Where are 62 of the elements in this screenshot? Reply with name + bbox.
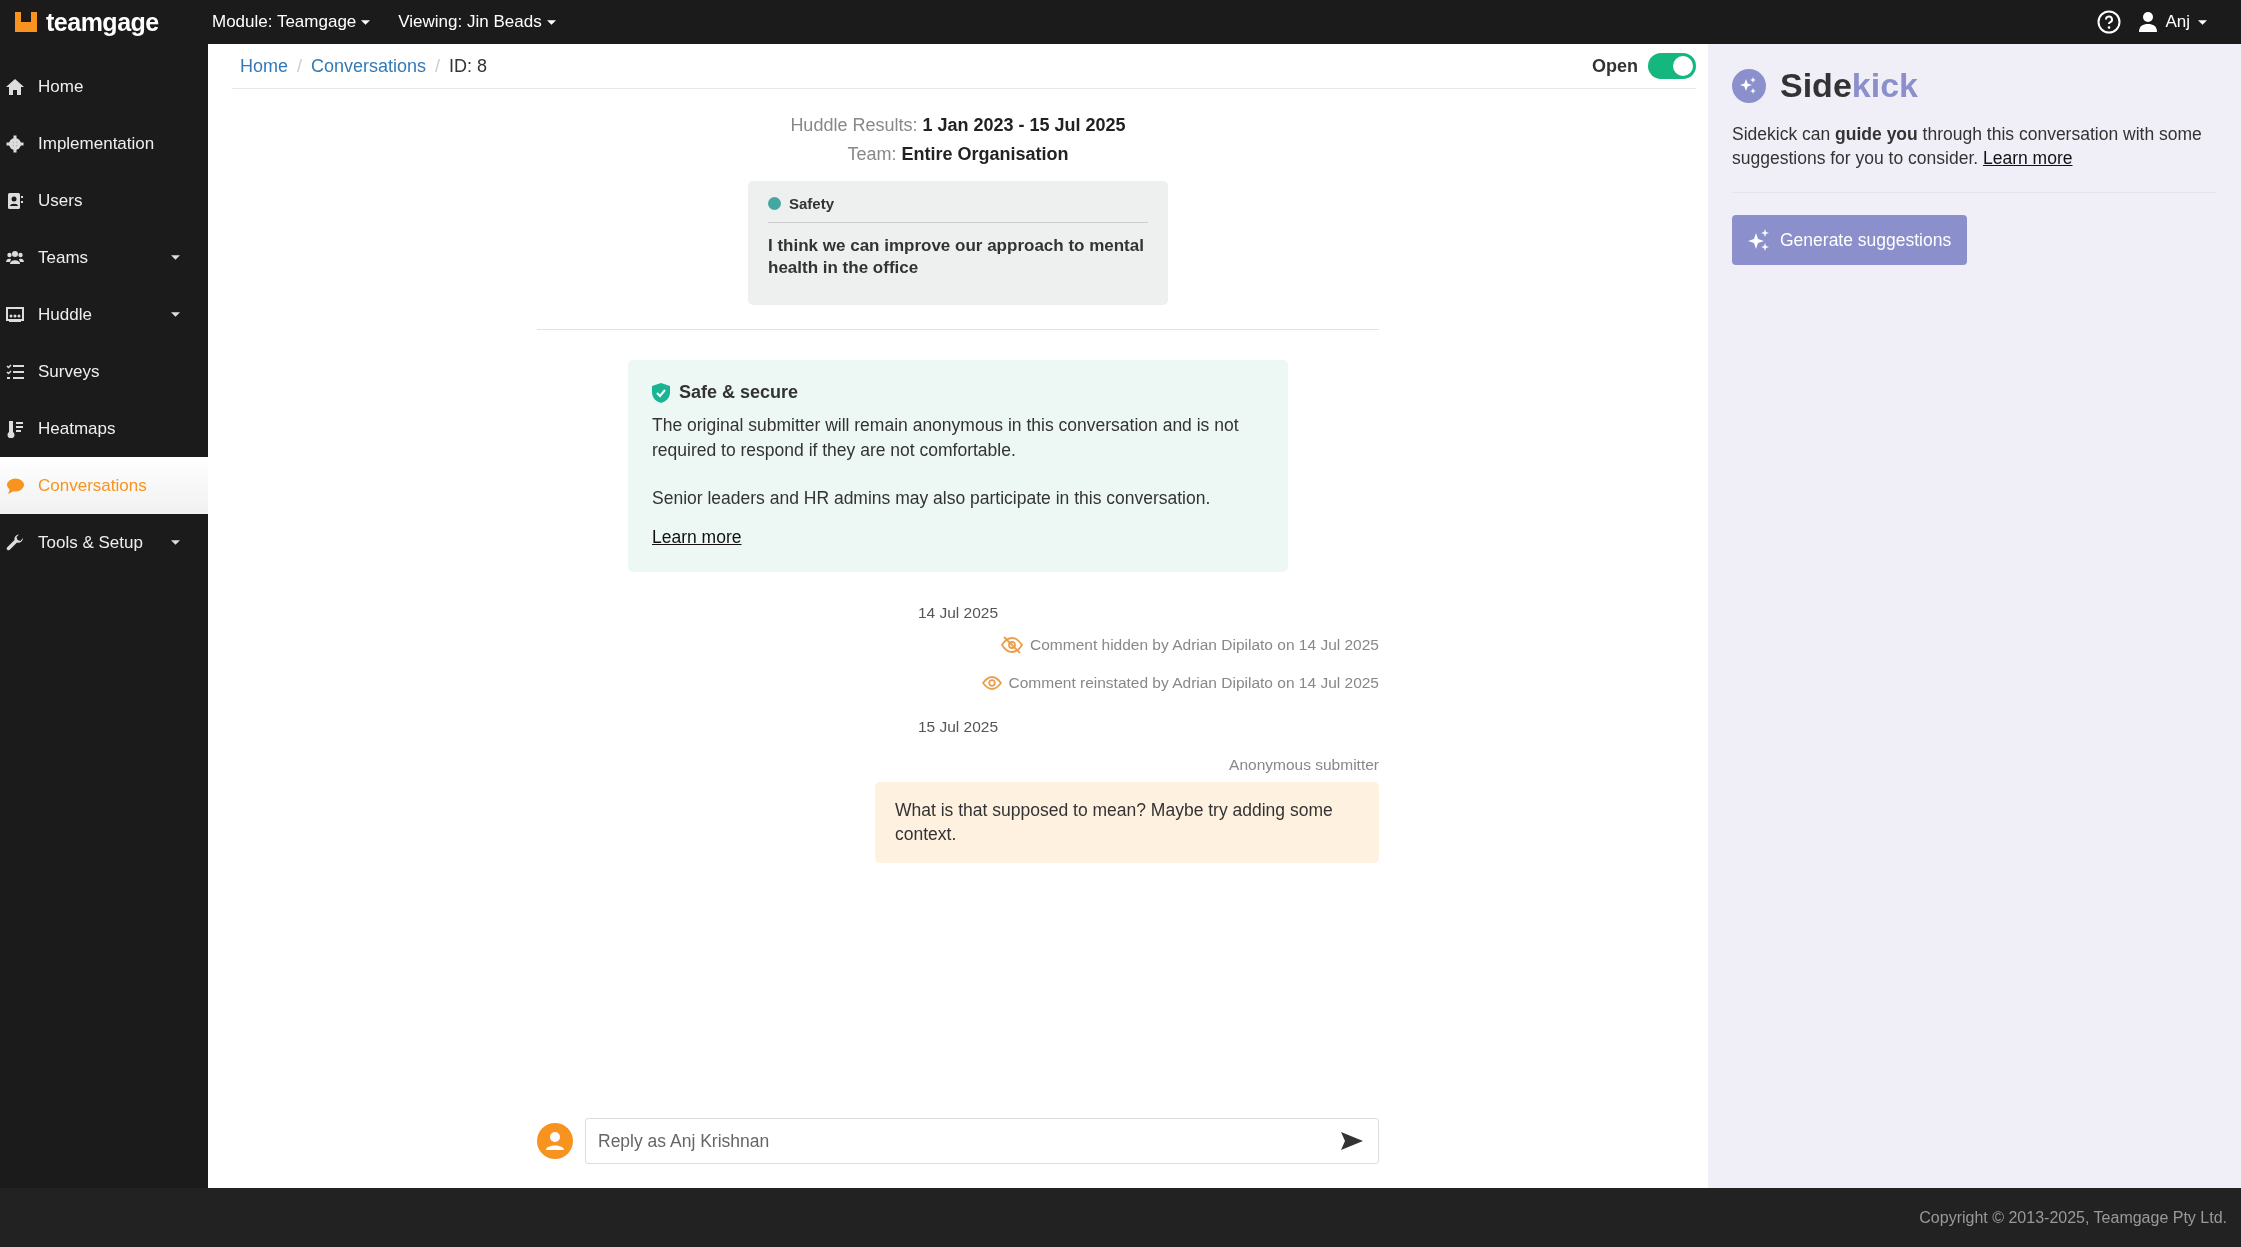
presentation-icon [6, 305, 24, 324]
copyright-text: Copyright © 2013-2025, Teamgage Pty Ltd. [1919, 1208, 2227, 1227]
sidebar-item[interactable]: Huddle [0, 286, 208, 343]
date-label: 15 Jul 2025 [917, 717, 999, 736]
event-text: Comment reinstated by Adrian Dipilato on 14 Jul 2025 [1008, 673, 1379, 692]
sidebar-item[interactable]: Users [0, 172, 208, 229]
caret-icon [171, 255, 180, 260]
eye-slash-icon [1001, 635, 1023, 654]
learn-more-link[interactable]: Learn more [652, 526, 742, 547]
speech-bubble-icon [6, 476, 24, 495]
breadcrumb-separator: / [435, 55, 441, 77]
home-icon [6, 77, 24, 96]
reply-field[interactable]: Reply as Anj Krishnan [585, 1118, 1379, 1164]
people-icon [6, 248, 24, 267]
caret-icon [171, 312, 180, 317]
shield-check-icon [652, 382, 670, 403]
team-text: Team: Entire Organisation [847, 144, 1069, 165]
learn-more-link[interactable]: Learn more [1983, 147, 2073, 168]
thermometer-icon [6, 419, 24, 438]
breadcrumb-link[interactable]: Home [240, 55, 288, 77]
sparkle-icon [1732, 68, 1766, 103]
notice-paragraph: Senior leaders and HR admins may also participate in this conversation. [652, 487, 1212, 511]
sidebar-item[interactable]: Teams [0, 229, 208, 286]
logo-icon [14, 10, 38, 34]
sidebar-item[interactable]: Implementation [0, 115, 208, 172]
wrench-icon [6, 533, 24, 552]
date-label: 14 Jul 2025 [917, 603, 999, 622]
user-menu[interactable]: Anj [2139, 12, 2207, 32]
breadcrumb-text: ID: 8 [449, 55, 488, 77]
avatar-icon [537, 1123, 573, 1159]
notice-title: Safe & secure [679, 382, 799, 404]
caret-icon [171, 540, 180, 545]
sidekick-description: Sidekick can guide you through this conversation with some suggestions for you to consider. Learn more [1732, 123, 2203, 170]
logo-text[interactable]: teamgage [46, 7, 159, 37]
send-icon[interactable] [1341, 1132, 1363, 1150]
notice-paragraph: The original submitter will remain anonymous in this conversation and is not required to respond if they are not comfortable. [652, 414, 1240, 462]
module-dropdown[interactable]: Module: Teamgage [212, 12, 371, 32]
caret-icon [2198, 19, 2207, 25]
category-label: Safety [789, 195, 835, 212]
help-icon[interactable] [2097, 10, 2122, 34]
message-bubble: What is that supposed to mean? Maybe try adding some context. [875, 781, 1379, 863]
sidebar-item[interactable]: Home [0, 58, 208, 115]
sidebar-item[interactable]: Tools & Setup [0, 514, 208, 571]
user-icon [2139, 12, 2158, 32]
message-author: Anonymous submitter [1229, 755, 1379, 774]
event-text: Comment hidden by Adrian Dipilato on 14 Jul 2025 [1030, 635, 1379, 654]
sidebar-item[interactable]: Surveys [0, 343, 208, 400]
status-toggle[interactable] [1648, 53, 1696, 79]
sidekick-title: Sidekick [1780, 66, 1918, 105]
breadcrumb-separator: / [297, 55, 303, 77]
huddle-results-text: Huddle Results: 1 Jan 2023 - 15 Jul 2025 [790, 115, 1126, 136]
viewing-dropdown[interactable]: Viewing: Jin Beads [398, 12, 556, 32]
sparkle-icon [1748, 229, 1770, 252]
caret-icon [546, 19, 556, 25]
topic-text: I think we can improve our approach to mental health in the office [768, 235, 1145, 280]
eye-icon [981, 675, 1002, 690]
checklist-icon [6, 362, 24, 381]
sidebar-item[interactable]: Heatmaps [0, 400, 208, 457]
breadcrumb-link[interactable]: Conversations [311, 55, 427, 77]
status-label: Open [1592, 55, 1638, 77]
contact-card-icon [6, 191, 24, 210]
caret-icon [361, 19, 371, 25]
